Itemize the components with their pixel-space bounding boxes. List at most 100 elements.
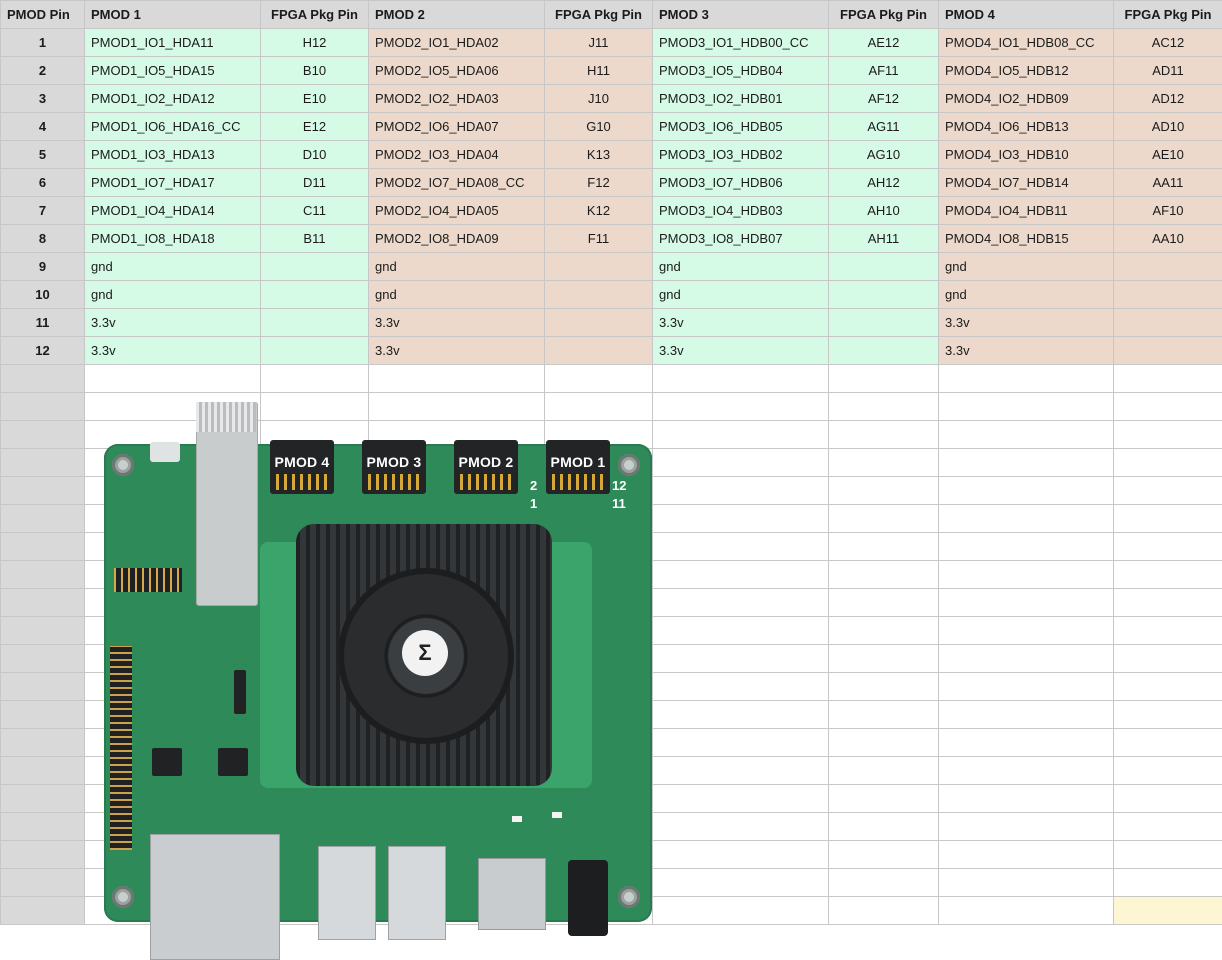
cell-p3[interactable]: 3.3v	[652, 336, 829, 365]
cell-p1[interactable]: PMOD1_IO5_HDA15	[84, 56, 261, 85]
empty-cell[interactable]	[828, 448, 939, 477]
cell-f2[interactable]: J10	[544, 84, 653, 113]
empty-cell[interactable]	[1113, 616, 1222, 645]
cell-p2[interactable]: PMOD2_IO1_HDA02	[368, 28, 545, 57]
cell-f1[interactable]: C11	[260, 196, 369, 225]
cell-p4[interactable]: PMOD4_IO4_HDB11	[938, 196, 1114, 225]
empty-cell[interactable]	[1113, 756, 1222, 785]
empty-cell[interactable]	[828, 868, 939, 897]
cell-f3[interactable]	[828, 280, 939, 309]
empty-cell[interactable]	[1113, 476, 1222, 505]
cell-f1[interactable]	[260, 308, 369, 337]
empty-cell[interactable]	[0, 616, 85, 645]
empty-cell[interactable]	[1113, 420, 1222, 449]
empty-cell[interactable]	[652, 868, 829, 897]
cell-p1[interactable]: PMOD1_IO8_HDA18	[84, 224, 261, 253]
empty-cell[interactable]	[828, 532, 939, 561]
empty-cell[interactable]	[938, 672, 1114, 701]
empty-cell[interactable]	[828, 700, 939, 729]
empty-cell[interactable]	[652, 812, 829, 841]
empty-cell[interactable]	[0, 784, 85, 813]
empty-cell[interactable]	[828, 896, 939, 925]
cell-p1[interactable]: PMOD1_IO1_HDA11	[84, 28, 261, 57]
empty-cell[interactable]	[0, 840, 85, 869]
empty-cell[interactable]	[828, 784, 939, 813]
empty-cell[interactable]	[828, 588, 939, 617]
empty-cell[interactable]	[0, 504, 85, 533]
empty-cell[interactable]	[1113, 364, 1222, 393]
empty-cell[interactable]	[0, 588, 85, 617]
cell-f2[interactable]: F11	[544, 224, 653, 253]
cell-pin[interactable]: 5	[0, 140, 85, 169]
cell-f1[interactable]	[260, 336, 369, 365]
empty-cell[interactable]	[84, 364, 261, 393]
empty-cell[interactable]	[1113, 644, 1222, 673]
cell-f3[interactable]: AH10	[828, 196, 939, 225]
empty-cell[interactable]	[828, 840, 939, 869]
cell-p4[interactable]: PMOD4_IO7_HDB14	[938, 168, 1114, 197]
cell-f1[interactable]: E12	[260, 112, 369, 141]
cell-p1[interactable]: gnd	[84, 280, 261, 309]
empty-cell[interactable]	[938, 840, 1114, 869]
cell-f1[interactable]: D11	[260, 168, 369, 197]
empty-cell[interactable]	[938, 476, 1114, 505]
cell-f4[interactable]: AA11	[1113, 168, 1222, 197]
cell-f4[interactable]: AA10	[1113, 224, 1222, 253]
cell-pin[interactable]: 1	[0, 28, 85, 57]
empty-cell[interactable]	[0, 756, 85, 785]
cell-f3[interactable]: AG10	[828, 140, 939, 169]
empty-cell[interactable]	[652, 364, 829, 393]
cell-p3[interactable]: 3.3v	[652, 308, 829, 337]
empty-cell[interactable]	[938, 868, 1114, 897]
empty-cell[interactable]	[652, 616, 829, 645]
empty-cell[interactable]	[828, 756, 939, 785]
empty-cell[interactable]	[0, 476, 85, 505]
empty-cell[interactable]	[938, 812, 1114, 841]
cell-f2[interactable]	[544, 252, 653, 281]
cell-p4[interactable]: gnd	[938, 280, 1114, 309]
cell-f3[interactable]: AH11	[828, 224, 939, 253]
cell-f3[interactable]: AH12	[828, 168, 939, 197]
cell-p2[interactable]: PMOD2_IO4_HDA05	[368, 196, 545, 225]
cell-f4[interactable]	[1113, 280, 1222, 309]
empty-cell[interactable]	[828, 812, 939, 841]
empty-cell[interactable]	[1113, 560, 1222, 589]
empty-cell[interactable]	[652, 588, 829, 617]
cell-f3[interactable]: AE12	[828, 28, 939, 57]
empty-cell[interactable]	[0, 728, 85, 757]
cell-f4[interactable]: AD12	[1113, 84, 1222, 113]
cell-f1[interactable]	[260, 280, 369, 309]
empty-cell[interactable]	[0, 812, 85, 841]
empty-cell[interactable]	[828, 392, 939, 421]
cell-p2[interactable]: 3.3v	[368, 308, 545, 337]
cell-p1[interactable]: PMOD1_IO4_HDA14	[84, 196, 261, 225]
cell-p3[interactable]: PMOD3_IO5_HDB04	[652, 56, 829, 85]
empty-cell[interactable]	[938, 448, 1114, 477]
header-pmod4[interactable]: PMOD 4	[938, 0, 1114, 29]
empty-cell[interactable]	[544, 364, 653, 393]
cell-p3[interactable]: PMOD3_IO8_HDB07	[652, 224, 829, 253]
empty-cell[interactable]	[828, 728, 939, 757]
empty-cell[interactable]	[652, 560, 829, 589]
cell-p1[interactable]: PMOD1_IO3_HDA13	[84, 140, 261, 169]
cell-pin[interactable]: 11	[0, 308, 85, 337]
cell-pin[interactable]: 7	[0, 196, 85, 225]
cell-p2[interactable]: gnd	[368, 280, 545, 309]
empty-cell[interactable]	[652, 700, 829, 729]
empty-cell[interactable]	[368, 364, 545, 393]
cell-pin[interactable]: 8	[0, 224, 85, 253]
cell-f4[interactable]: AF10	[1113, 196, 1222, 225]
cell-p2[interactable]: 3.3v	[368, 336, 545, 365]
empty-cell[interactable]	[1113, 504, 1222, 533]
empty-cell[interactable]	[652, 756, 829, 785]
empty-cell[interactable]	[0, 672, 85, 701]
empty-cell[interactable]	[0, 532, 85, 561]
cell-f2[interactable]: F12	[544, 168, 653, 197]
empty-cell[interactable]	[828, 364, 939, 393]
empty-cell[interactable]	[828, 672, 939, 701]
empty-cell[interactable]	[0, 896, 85, 925]
empty-cell[interactable]	[1113, 784, 1222, 813]
cell-f1[interactable]: D10	[260, 140, 369, 169]
cell-f4[interactable]	[1113, 336, 1222, 365]
empty-cell[interactable]	[938, 392, 1114, 421]
